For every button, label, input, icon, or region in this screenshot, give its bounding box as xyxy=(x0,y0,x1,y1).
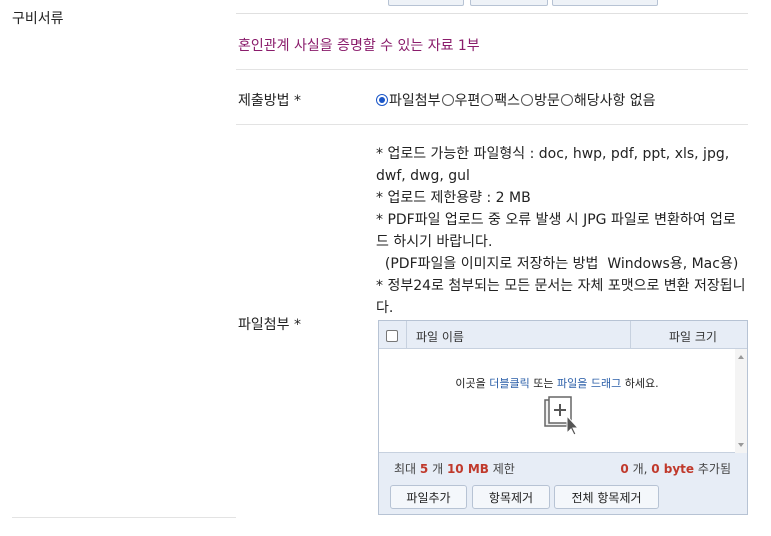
added-suffix: 추가됨 xyxy=(694,462,731,476)
uploader-buttons: 파일추가 항목제거 전체 항목제거 xyxy=(379,481,747,515)
radio-label: 방문 xyxy=(534,93,560,109)
hint-text: 또는 xyxy=(529,377,557,390)
radio-visit[interactable]: 방문 xyxy=(521,90,560,110)
doc-description: 혼인관계 사실을 증명할 수 있는 자료 1부 xyxy=(238,38,480,54)
divider xyxy=(12,517,236,518)
radio-empty-icon[interactable] xyxy=(521,94,534,106)
note-pdf-to-image-link[interactable]: (PDF파일을 이미지로 저장하는 방법 Windows용, Mac용) xyxy=(376,253,748,275)
added-count: 0 xyxy=(620,462,629,476)
radio-label: 팩스 xyxy=(494,93,521,109)
column-file-size: 파일 크기 xyxy=(669,330,717,344)
radio-label: 파일첨부 xyxy=(389,93,441,109)
column-file-name: 파일 이름 xyxy=(416,330,464,344)
submit-method-label: 제출방법 * xyxy=(238,93,301,109)
uploader-status: 최대 5 개 10 MB 제한 0 개, 0 byte 추가됨 xyxy=(379,454,747,480)
hint-text: 하세요. xyxy=(621,377,659,390)
uploader-header: 파일 이름 파일 크기 xyxy=(379,321,747,349)
hint-text: 이곳을 xyxy=(455,377,490,390)
added-count-unit: 개, xyxy=(628,462,652,476)
prev-button-fragment xyxy=(552,0,658,6)
upload-notes: * 업로드 가능한 파일형식 : doc, hwp, pdf, ppt, xls… xyxy=(376,143,748,319)
submit-method-radio-group: 파일첨부 우편 팩스 방문 해당사항 없음 xyxy=(376,90,657,110)
note-size-limit: * 업로드 제한용량 : 2 MB xyxy=(376,190,531,206)
prev-button-fragment xyxy=(470,0,548,6)
limit-size: 10 MB xyxy=(446,462,489,476)
limit-prefix: 최대 xyxy=(394,462,420,476)
upload-limit-text: 최대 5 개 10 MB 제한 xyxy=(394,460,515,477)
prev-button-fragment xyxy=(388,0,464,6)
radio-empty-icon[interactable] xyxy=(481,94,494,106)
remove-item-button[interactable]: 항목제거 xyxy=(472,485,550,509)
radio-label: 우편 xyxy=(454,93,481,109)
previous-uploader-fragment xyxy=(236,0,748,14)
radio-selected-icon[interactable] xyxy=(376,94,388,106)
note-format-conversion: * 정부24로 첨부되는 모든 문서는 자체 포맷으로 변환 저장됩니다. xyxy=(376,278,746,316)
note-pdf-error: * PDF파일 업로드 중 오류 발생 시 JPG 파일로 변환하여 업로드 하… xyxy=(376,212,736,250)
divider xyxy=(236,69,748,70)
upload-added-text: 0 개, 0 byte 추가됨 xyxy=(620,460,731,477)
radio-file-attach[interactable]: 파일첨부 xyxy=(376,90,441,110)
limit-count-unit: 개 xyxy=(428,462,447,476)
add-file-icon xyxy=(544,396,580,436)
radio-not-applicable[interactable]: 해당사항 없음 xyxy=(560,90,656,110)
limit-count: 5 xyxy=(419,462,429,476)
scroll-down-icon[interactable] xyxy=(738,443,744,447)
column-separator xyxy=(630,321,631,349)
remove-all-button[interactable]: 전체 항목제거 xyxy=(554,485,659,509)
hint-dblclick: 더블클릭 xyxy=(489,377,530,390)
column-separator xyxy=(406,321,407,349)
drop-hint: 이곳을 더블클릭 또는 파일을 드래그 하세요. xyxy=(379,375,735,391)
scrollbar[interactable] xyxy=(735,349,747,453)
radio-label: 해당사항 없음 xyxy=(573,93,656,109)
radio-mail[interactable]: 우편 xyxy=(441,90,481,110)
scroll-up-icon[interactable] xyxy=(738,355,744,359)
radio-empty-icon[interactable] xyxy=(441,94,454,106)
section-label: 구비서류 xyxy=(12,11,64,27)
hint-drag: 파일을 드래그 xyxy=(557,377,622,390)
added-size: 0 byte xyxy=(651,462,695,476)
add-file-button[interactable]: 파일추가 xyxy=(390,485,467,509)
radio-empty-icon[interactable] xyxy=(560,94,573,106)
select-all-checkbox[interactable] xyxy=(386,330,398,342)
divider xyxy=(236,124,748,125)
limit-suffix: 제한 xyxy=(488,462,515,476)
file-uploader: 파일 이름 파일 크기 이곳을 더블클릭 또는 파일을 드래그 하세요. 최대 … xyxy=(378,320,748,515)
file-attach-label: 파일첨부 * xyxy=(238,317,301,333)
radio-fax[interactable]: 팩스 xyxy=(481,90,520,110)
file-drop-zone[interactable]: 이곳을 더블클릭 또는 파일을 드래그 하세요. xyxy=(379,349,747,453)
note-file-types: * 업로드 가능한 파일형식 : doc, hwp, pdf, ppt, xls… xyxy=(376,146,730,184)
